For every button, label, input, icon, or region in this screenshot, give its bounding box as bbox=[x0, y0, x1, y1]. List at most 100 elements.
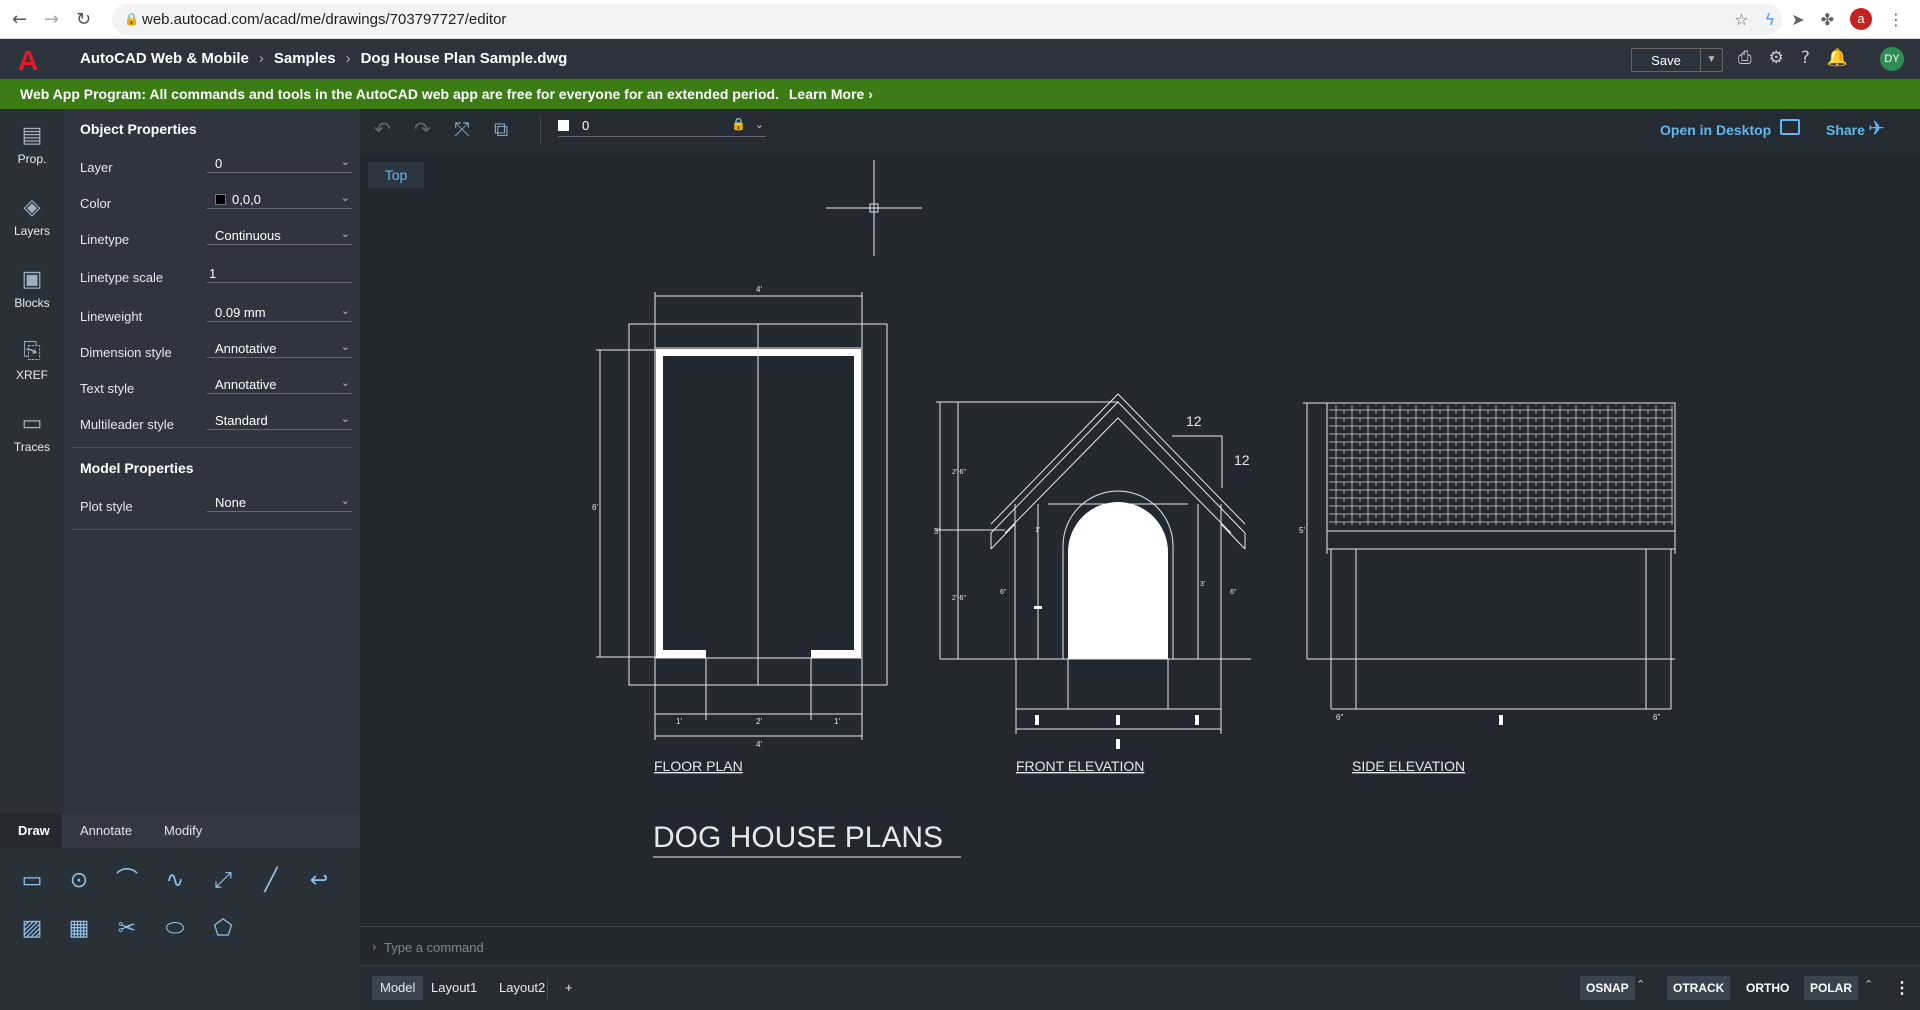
side-roof-shingles bbox=[1329, 405, 1673, 525]
undo-icon[interactable]: ↶ bbox=[374, 117, 391, 141]
prop-label: Color bbox=[80, 196, 112, 211]
eave-right-cut bbox=[1220, 523, 1246, 550]
open-in-desktop-link[interactable]: Open in Desktop bbox=[1660, 122, 1771, 138]
layers-icon: ◈ bbox=[23, 195, 41, 220]
slope-run-text: 12 bbox=[1234, 452, 1250, 468]
extension-arrow-icon[interactable]: ➤ bbox=[1791, 10, 1804, 29]
zoom-extents-icon[interactable]: ⤧ bbox=[454, 117, 470, 141]
array-tool-icon[interactable]: ▦ bbox=[64, 914, 94, 944]
rectangle-tool-icon[interactable]: ▭ bbox=[17, 866, 47, 896]
redo-icon[interactable]: ↷ bbox=[414, 117, 431, 141]
tab-annotate[interactable]: Annotate bbox=[80, 823, 132, 838]
plot-style-dropdown[interactable]: None ⌄ bbox=[207, 492, 352, 512]
profile-avatar[interactable]: a bbox=[1850, 8, 1872, 30]
spline-tool-icon[interactable]: ∿ bbox=[160, 866, 190, 896]
text-style-dropdown[interactable]: Annotative ⌄ bbox=[207, 374, 352, 394]
prop-value: Standard bbox=[215, 413, 268, 428]
polyline-tool-icon[interactable]: ⤢ bbox=[208, 866, 238, 896]
print-icon[interactable]: ⎙ bbox=[1738, 48, 1752, 68]
tab-draw[interactable]: Draw bbox=[18, 823, 50, 838]
trim-tool-icon[interactable]: ✂ bbox=[112, 914, 142, 944]
circle-tool-icon[interactable]: ⊙ bbox=[64, 866, 94, 896]
help-icon[interactable]: ? bbox=[1801, 48, 1810, 68]
xref-icon: ⎘ bbox=[23, 339, 41, 364]
chevron-down-icon: ⌄ bbox=[340, 376, 350, 389]
layer-dropdown[interactable]: 0 ⌄ bbox=[207, 153, 352, 173]
lock-icon: 🔒 bbox=[124, 12, 139, 26]
save-button[interactable]: Save ▼ bbox=[1631, 48, 1723, 72]
osnap-arrow-icon[interactable]: ⌃ bbox=[1636, 978, 1645, 991]
prop-row-lineweight: Lineweight 0.09 mm ⌄ bbox=[80, 300, 352, 330]
color-dropdown[interactable]: 0,0,0 ⌄ bbox=[207, 189, 352, 209]
save-dropdown-icon[interactable]: ▼ bbox=[1700, 49, 1722, 71]
tab-model[interactable]: Model bbox=[372, 976, 424, 1000]
floor-plan-label: FLOOR PLAN bbox=[654, 758, 743, 774]
dim-text: 6" bbox=[1000, 589, 1007, 596]
address-bar[interactable]: 🔒 web.autocad.com/acad/me/drawings/70379… bbox=[112, 4, 1782, 35]
status-menu-icon[interactable]: ⋮ bbox=[1888, 976, 1916, 1000]
breadcrumb-samples[interactable]: Samples bbox=[274, 50, 336, 67]
tab-modify[interactable]: Modify bbox=[164, 823, 202, 838]
line-tool-icon[interactable]: ╱ bbox=[256, 866, 286, 896]
dim-text: 2'-6" bbox=[952, 595, 966, 602]
tab-layout1[interactable]: Layout1 bbox=[423, 976, 485, 1000]
paper-plane-icon[interactable]: ✈ bbox=[1868, 116, 1885, 140]
dim-tick bbox=[1116, 715, 1120, 725]
dim-text: 5' bbox=[1299, 526, 1305, 535]
forward-icon[interactable]: → bbox=[44, 9, 59, 30]
lineweight-dropdown[interactable]: 0.09 mm ⌄ bbox=[207, 302, 352, 322]
back-icon[interactable]: ← bbox=[12, 9, 27, 30]
ellipse-tool-icon[interactable]: ⬭ bbox=[160, 914, 190, 944]
rail-blocks[interactable]: ▣ Blocks bbox=[0, 267, 64, 310]
add-layout-button[interactable]: + bbox=[557, 976, 581, 1000]
star-icon[interactable]: ☆ bbox=[1734, 10, 1748, 29]
breadcrumb: AutoCAD Web & Mobile › Samples › Dog Hou… bbox=[80, 50, 567, 67]
command-line[interactable]: › Type a command bbox=[360, 926, 1920, 965]
linetype-scale-input[interactable]: 1 bbox=[207, 263, 352, 283]
drawing-title: DOG HOUSE PLANS bbox=[653, 821, 943, 854]
rail-traces[interactable]: ▭ Traces bbox=[0, 411, 64, 454]
user-avatar[interactable]: DY bbox=[1880, 47, 1904, 71]
learn-more-link[interactable]: Learn More › bbox=[789, 86, 873, 102]
rail-layers[interactable]: ◈ Layers bbox=[0, 195, 64, 238]
prop-row-color: Color 0,0,0 ⌄ bbox=[80, 187, 352, 217]
dim-text: 1' bbox=[834, 717, 840, 726]
toolbar-divider bbox=[540, 117, 541, 145]
arc-tool-icon[interactable]: ⌒ bbox=[112, 866, 142, 896]
ortho-toggle[interactable]: ORTHO bbox=[1740, 976, 1795, 1000]
reload-icon[interactable]: ↻ bbox=[76, 9, 91, 30]
prop-value: 1 bbox=[209, 266, 217, 281]
breadcrumb-app[interactable]: AutoCAD Web & Mobile bbox=[80, 50, 249, 67]
zoom-window-icon[interactable]: ⧉ bbox=[494, 117, 508, 141]
share-link[interactable]: Share bbox=[1826, 122, 1865, 138]
bolt-icon[interactable]: ϟ bbox=[1765, 10, 1776, 29]
chevron-down-icon: ⌄ bbox=[340, 155, 350, 168]
linetype-dropdown[interactable]: Continuous ⌄ bbox=[207, 225, 352, 245]
gear-icon[interactable]: ⚙ bbox=[1769, 48, 1784, 68]
rail-xref[interactable]: ⎘ XREF bbox=[0, 339, 64, 382]
dim-text: 1' bbox=[1035, 527, 1040, 534]
puzzle-icon[interactable]: ✤ bbox=[1821, 10, 1834, 29]
browser-menu-icon[interactable]: ⋮ bbox=[1888, 10, 1904, 29]
polar-toggle[interactable]: POLAR bbox=[1804, 976, 1858, 1000]
layer-selector[interactable]: 0 🔒 ⌄ bbox=[558, 117, 766, 137]
chevron-down-icon: ⌄ bbox=[340, 191, 350, 204]
polygon-tool-icon[interactable]: ⬠ bbox=[208, 914, 238, 944]
dim-tick bbox=[1035, 715, 1039, 725]
bell-icon[interactable]: 🔔 bbox=[1827, 48, 1848, 68]
osnap-toggle[interactable]: OSNAP bbox=[1580, 976, 1635, 1000]
desktop-monitor-icon[interactable] bbox=[1780, 119, 1800, 135]
lock-icon[interactable]: 🔒 bbox=[731, 117, 746, 131]
autocad-logo[interactable]: A bbox=[18, 45, 38, 77]
hatch-tool-icon[interactable]: ▨ bbox=[17, 914, 47, 944]
eave-left-cut bbox=[990, 523, 1016, 550]
revcloud-tool-icon[interactable]: ↩ bbox=[304, 866, 334, 896]
dimension-style-dropdown[interactable]: Annotative ⌄ bbox=[207, 338, 352, 358]
prop-row-dimension-style: Dimension style Annotative ⌄ bbox=[80, 336, 352, 366]
rail-properties[interactable]: ▤ Prop. bbox=[0, 123, 64, 166]
command-input[interactable]: Type a command bbox=[384, 940, 484, 955]
multileader-style-dropdown[interactable]: Standard ⌄ bbox=[207, 410, 352, 430]
tab-layout2[interactable]: Layout2 bbox=[491, 976, 553, 1000]
polar-arrow-icon[interactable]: ⌃ bbox=[1864, 978, 1873, 991]
otrack-toggle[interactable]: OTRACK bbox=[1667, 976, 1731, 1000]
